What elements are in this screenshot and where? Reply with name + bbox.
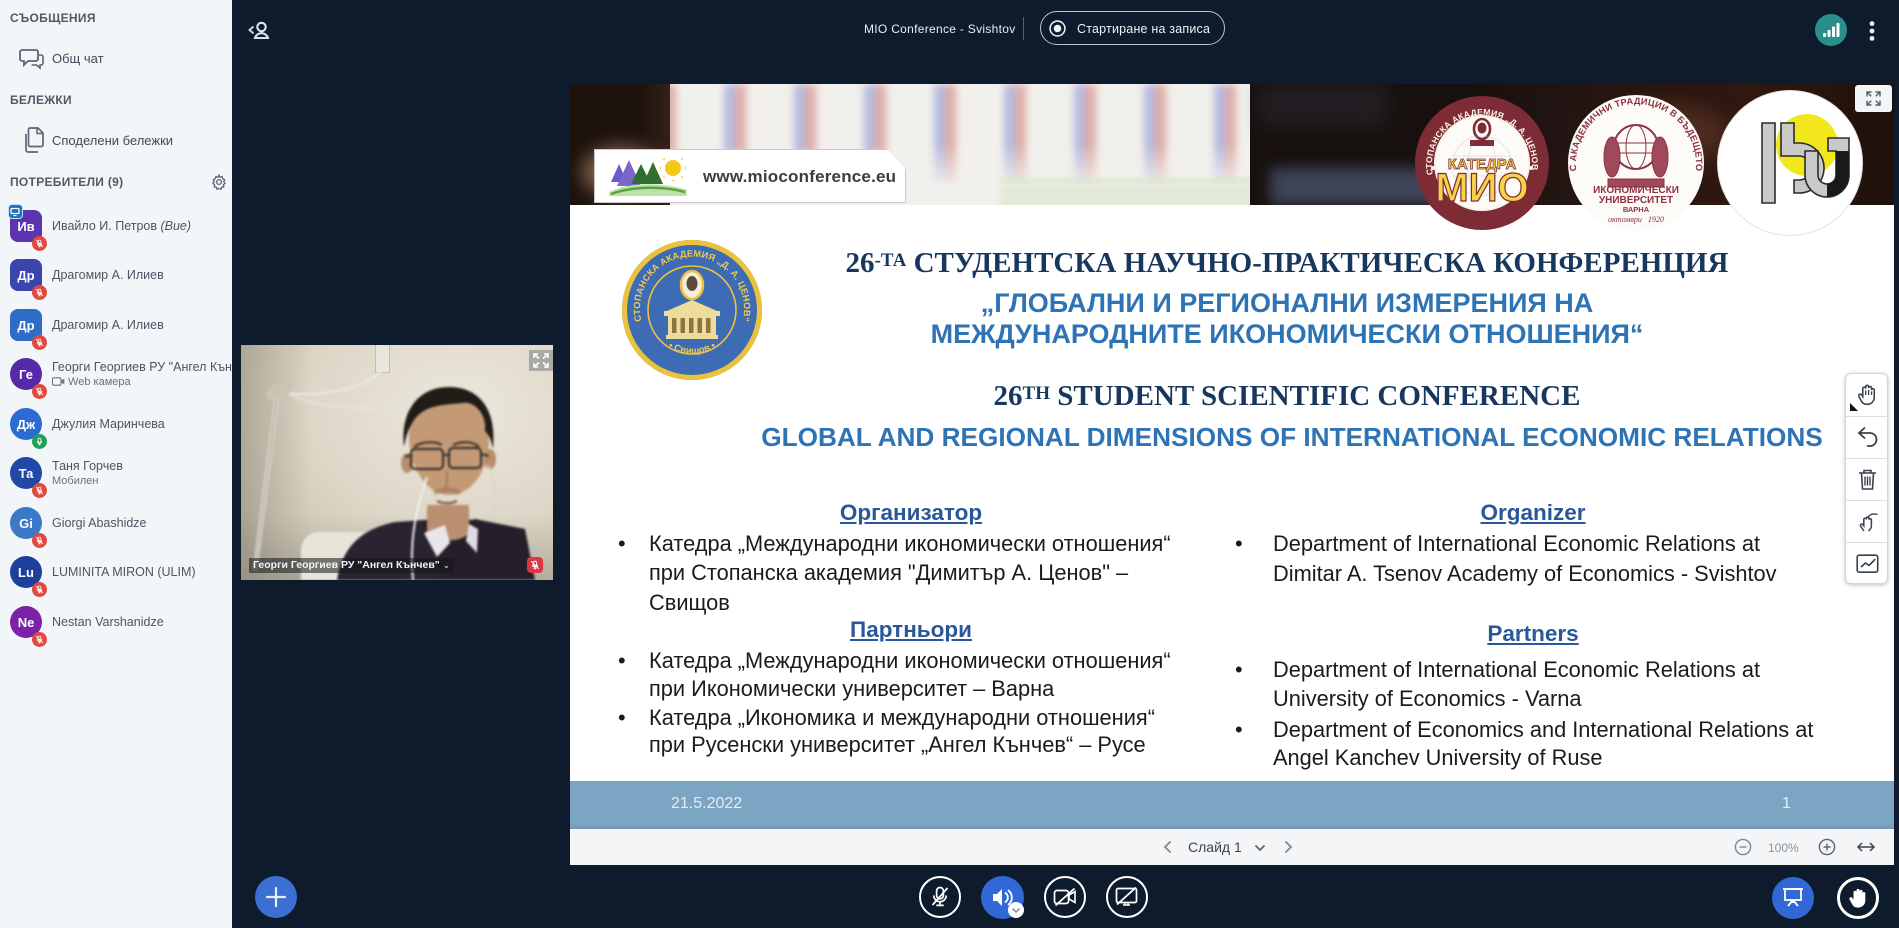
svg-text:МИО: МИО bbox=[1435, 166, 1528, 210]
svg-text:• Свищов •: • Свищов • bbox=[667, 340, 718, 357]
svg-text:С АКАДЕМИЧНИ ТРАДИЦИИ В БЪДЕЩЕ: С АКАДЕМИЧНИ ТРАДИЦИИ В БЪДЕЩЕТО bbox=[1568, 96, 1704, 172]
